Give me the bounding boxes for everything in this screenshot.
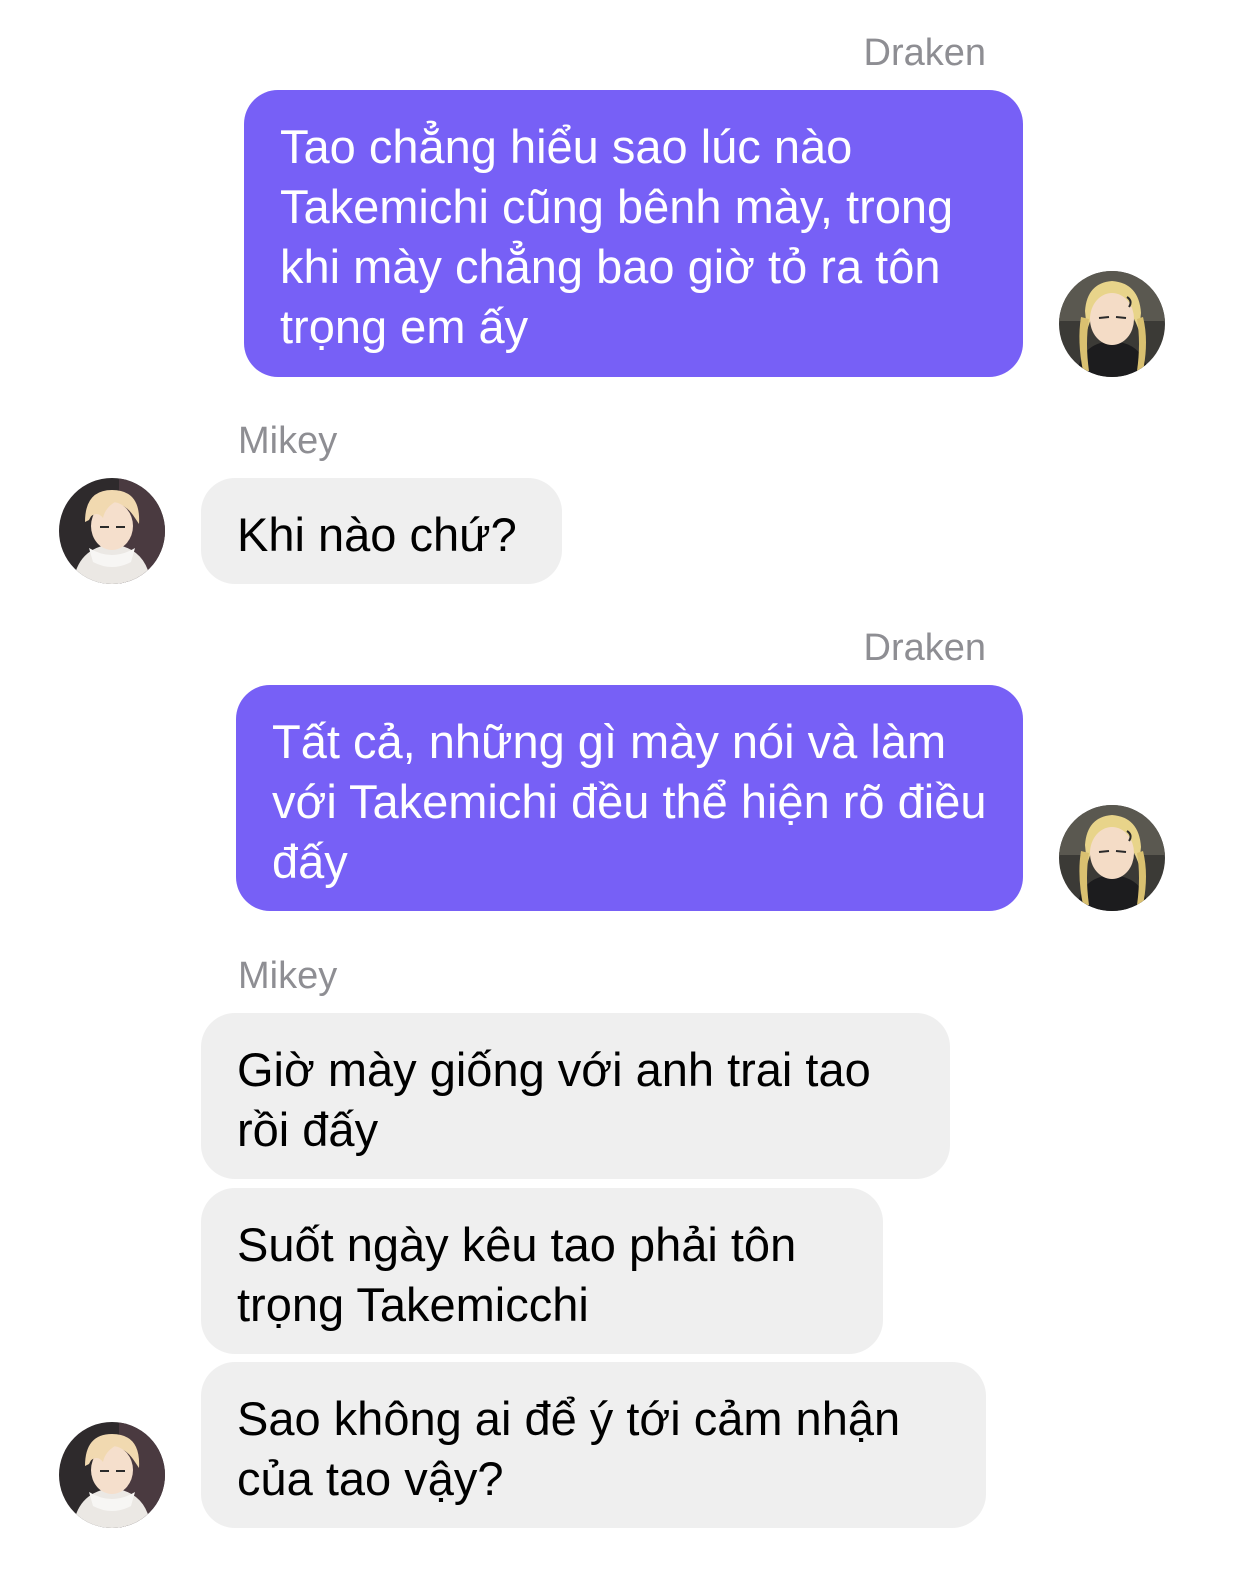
mikey-avatar-image — [59, 478, 165, 584]
draken-avatar[interactable] — [1059, 271, 1165, 377]
message-bubble-incoming[interactable]: Khi nào chứ? — [201, 478, 562, 584]
message-bubble-incoming[interactable]: Suốt ngày kêu tao phải tôn trọng Takemic… — [201, 1188, 883, 1354]
sender-name-mikey: Mikey — [238, 420, 338, 462]
message-bubble-outgoing[interactable]: Tao chẳng hiểu sao lúc nào Takemichi cũn… — [244, 90, 1023, 377]
draken-avatar[interactable] — [1059, 805, 1165, 911]
sender-name-mikey: Mikey — [238, 955, 338, 997]
mikey-avatar[interactable] — [59, 478, 165, 584]
draken-avatar-image — [1059, 271, 1165, 377]
sender-name-draken: Draken — [863, 627, 987, 669]
mikey-avatar-image — [59, 1422, 165, 1528]
message-bubble-incoming[interactable]: Giờ mày giống với anh trai tao rồi đấy — [201, 1013, 950, 1179]
mikey-avatar[interactable] — [59, 1422, 165, 1528]
message-bubble-outgoing[interactable]: Tất cả, những gì mày nói và làm với Take… — [236, 685, 1023, 911]
draken-avatar-image — [1059, 805, 1165, 911]
message-bubble-incoming[interactable]: Sao không ai để ý tới cảm nhận của tao v… — [201, 1362, 986, 1528]
sender-name-draken: Draken — [863, 32, 987, 74]
